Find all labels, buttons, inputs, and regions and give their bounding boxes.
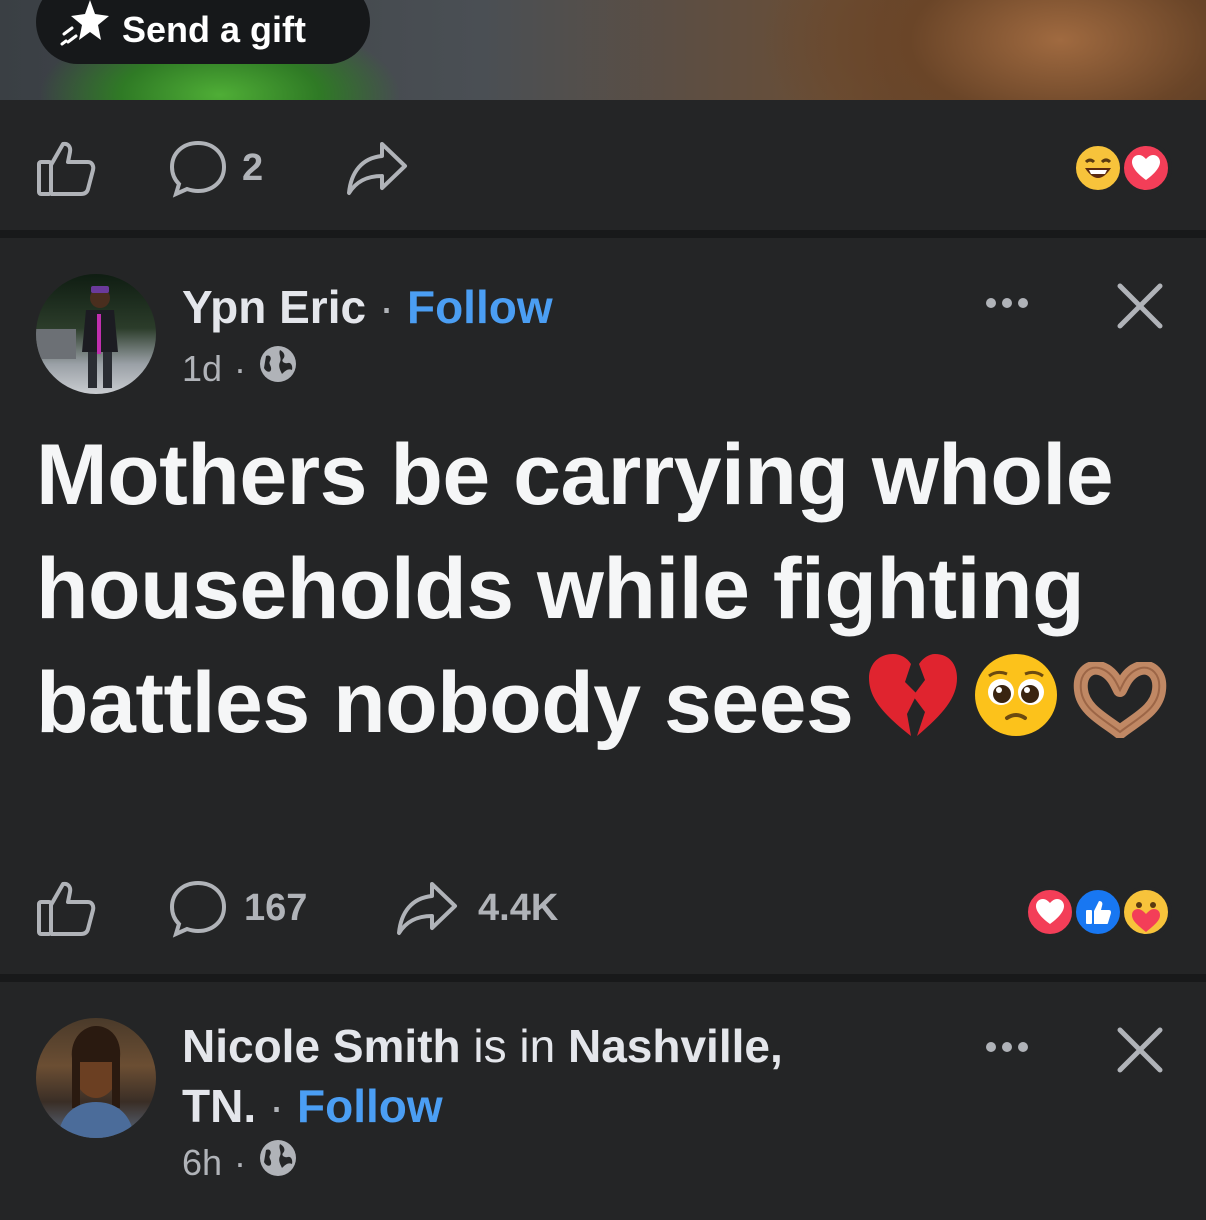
post-text[interactable]: Mothers be carrying whole households whi… <box>36 418 1176 766</box>
comment-count: 167 <box>244 886 308 929</box>
follow-button[interactable]: Follow <box>297 1080 443 1132</box>
more-options-button[interactable] <box>986 1042 1028 1052</box>
more-options-button[interactable] <box>986 298 1028 308</box>
pleading-face-emoji <box>973 652 1059 766</box>
feed-divider <box>0 230 1206 238</box>
avatar[interactable] <box>36 1018 156 1138</box>
location-name[interactable]: Nashville, <box>568 1020 783 1072</box>
share-count: 4.4K <box>478 886 559 929</box>
avatar[interactable] <box>36 274 156 394</box>
feed-divider <box>0 974 1206 982</box>
post-header: Ypn Eric · Follow <box>182 280 553 334</box>
meta-separator: · <box>234 347 247 389</box>
thumbs-up-icon <box>36 138 96 198</box>
share-arrow-icon <box>346 138 408 198</box>
close-icon[interactable] <box>1116 282 1164 330</box>
like-button[interactable] <box>36 138 96 198</box>
heart-hands-emoji <box>1073 652 1167 766</box>
sparkle-gift-icon <box>56 0 116 52</box>
share-button[interactable]: 4.4K <box>396 878 558 938</box>
author-name[interactable]: Nicole Smith <box>182 1020 461 1072</box>
like-button[interactable] <box>36 878 96 938</box>
header-separator: · <box>268 1080 285 1132</box>
care-reaction-icon[interactable] <box>1120 886 1172 938</box>
share-arrow-icon <box>396 878 458 938</box>
globe-icon <box>258 1138 298 1187</box>
comment-button[interactable]: 2 <box>168 138 263 198</box>
header-separator: · <box>378 281 395 333</box>
follow-button[interactable]: Follow <box>407 281 553 333</box>
post-time[interactable]: 6h <box>182 1142 222 1184</box>
heart-reaction-icon[interactable] <box>1024 886 1076 938</box>
send-gift-label: Send a gift <box>122 9 307 50</box>
location-prefix: is in <box>473 1020 556 1072</box>
thumbs-up-icon <box>36 878 96 938</box>
post-meta: 1d · <box>182 344 298 393</box>
author-name[interactable]: Ypn Eric <box>182 281 366 333</box>
comment-bubble-icon <box>168 138 228 198</box>
meta-separator: · <box>234 1141 247 1183</box>
post-actions: 167 4.4K <box>0 846 1206 976</box>
post-time[interactable]: 1d <box>182 348 222 390</box>
send-gift-button[interactable]: Send a gift <box>36 0 370 64</box>
share-button[interactable] <box>346 138 408 198</box>
broken-heart-emoji <box>867 652 959 766</box>
prev-post-actions: 2 <box>0 100 1206 230</box>
comment-bubble-icon <box>168 878 228 938</box>
like-reaction-icon[interactable] <box>1072 886 1124 938</box>
globe-icon <box>258 344 298 393</box>
post-header: Nicole Smith is in Nashville, TN. · Foll… <box>182 1016 783 1136</box>
comment-button[interactable]: 167 <box>168 878 307 938</box>
close-icon[interactable] <box>1116 1026 1164 1074</box>
comment-count: 2 <box>242 146 264 189</box>
laughing-face-icon[interactable] <box>1072 142 1124 194</box>
post-meta: 6h · <box>182 1138 298 1187</box>
location-name-cont[interactable]: TN. <box>182 1080 256 1132</box>
heart-reaction-icon[interactable] <box>1120 142 1172 194</box>
